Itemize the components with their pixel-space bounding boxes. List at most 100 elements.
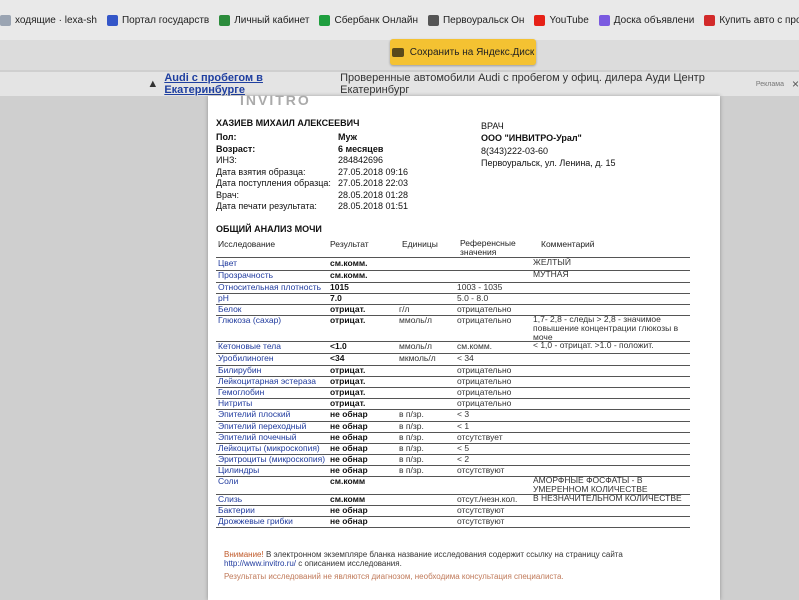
test-name[interactable]: Соли — [218, 476, 238, 486]
save-to-yandex-disk-button[interactable]: Сохранить на Яндекс.Диск — [390, 39, 536, 65]
result-value: не обнар — [330, 505, 368, 515]
test-name[interactable]: Бактерии — [218, 505, 255, 515]
test-name[interactable]: Глюкоза (сахар) — [218, 315, 281, 325]
reference: 1003 - 1035 — [457, 282, 503, 292]
comment: 1,7- 2,8 - следы > 2,8 - значимое повыше… — [533, 314, 679, 342]
unit: в п/зр. — [399, 454, 424, 464]
test-name[interactable]: Относительная плотность — [218, 282, 321, 292]
bookmark-item[interactable]: Доска объявлени — [598, 14, 694, 26]
e1-icon — [704, 14, 716, 26]
test-name[interactable]: Слизь — [218, 494, 242, 504]
report-logo-cut: INVITRO — [240, 92, 311, 108]
reference: отрицательно — [457, 315, 512, 325]
result-value: см.комм — [330, 494, 366, 504]
gear-icon — [427, 14, 439, 26]
patient-name: ХАЗИЕВ МИХАИЛ АЛЕКСЕЕВИЧ — [216, 118, 360, 128]
test-name[interactable]: Эпителий переходный — [218, 421, 306, 431]
test-name[interactable]: Уробилиноген — [218, 353, 274, 363]
reference: 5.0 - 8.0 — [457, 293, 489, 303]
table-row: Глюкоза (сахар) отрицат. ммоль/л отрицатель… — [216, 315, 690, 342]
test-name[interactable]: Эпителий плоский — [218, 409, 290, 419]
result-value: не обнар — [330, 516, 368, 526]
field-value: 27.05.2018 22:03 — [338, 178, 409, 188]
test-name[interactable]: Кетоновые тела — [218, 341, 281, 351]
test-name[interactable]: Дрожжевые грибки — [218, 516, 293, 526]
up-arrow-icon: ▲ — [147, 78, 159, 90]
result-value: отрицат. — [330, 398, 366, 408]
table-row: Дрожжевые грибки не обнар отсутствуют — [216, 516, 690, 528]
lab-phone: 8(343)222-03-60 — [481, 146, 549, 156]
bookmark-item[interactable]: YouTube — [534, 14, 589, 26]
field-label: Врач: — [216, 189, 240, 200]
bookmark-label: Первоуральск Он — [442, 14, 525, 26]
comment: В НЕЗНАЧИТЕЛЬНОМ КОЛИЧЕСТВЕ — [533, 493, 682, 503]
field-label: ИНЗ: — [216, 155, 237, 165]
test-name[interactable]: pH — [218, 293, 229, 303]
comment: < 1,0 - отрицат. >1.0 - положит. — [533, 340, 654, 350]
comment: МУТНАЯ — [533, 269, 569, 279]
close-icon[interactable]: × — [792, 77, 799, 91]
result-value: не обнар — [330, 454, 368, 464]
russia-flag-icon — [106, 14, 118, 26]
doctor-label: ВРАЧ — [481, 121, 504, 131]
bookmark-item[interactable]: Портал государств — [106, 14, 210, 26]
reference: отрицательно — [457, 376, 512, 386]
bookmark-label: YouTube — [549, 14, 589, 26]
test-name[interactable]: Цвет — [218, 258, 237, 268]
field-label: Дата взятия образца: — [216, 166, 306, 177]
test-name[interactable]: Лейкоцитарная эстераза — [218, 376, 316, 386]
test-name[interactable]: Прозрачность — [218, 270, 273, 280]
result-value: см.комм. — [330, 270, 368, 280]
result-value: не обнар — [330, 409, 368, 419]
reference: отсутствуют — [457, 465, 505, 475]
result-value: отрицат. — [330, 365, 366, 375]
result-value: <34 — [330, 353, 345, 363]
ad-label: Реклама — [755, 80, 784, 88]
disclaimer: Результаты исследований не являются диаг… — [224, 572, 564, 581]
comment: ЖЕЛТЫЙ — [533, 257, 571, 267]
test-name[interactable]: Эритроциты (микроскопия) — [218, 454, 325, 464]
phone-icon — [219, 14, 231, 26]
field-label: Дата печати результата: — [216, 201, 317, 211]
unit: в п/зр. — [399, 421, 424, 431]
bookmark-item[interactable]: Купить авто с про — [704, 14, 799, 26]
unit: в п/зр. — [399, 409, 424, 419]
unit: ммоль/л — [399, 341, 432, 351]
bookmark-label: Сбербанк Онлайн — [334, 14, 418, 26]
test-name[interactable]: Цилиндры — [218, 465, 259, 475]
invitro-link[interactable]: http://www.invitro.ru/ — [224, 559, 296, 568]
test-name[interactable]: Гемоглобин — [218, 387, 264, 397]
test-name[interactable]: Лейкоциты (микроскопия) — [218, 443, 320, 453]
result-value: <1.0 — [330, 341, 347, 351]
bookmark-item[interactable]: Сбербанк Онлайн — [319, 14, 418, 26]
youtube-icon — [534, 14, 546, 26]
warning-note: Внимание! В электронном экземпляре бланк… — [224, 550, 654, 568]
warning-text: В электронном экземпляре бланка название… — [265, 550, 623, 559]
reference: отсут./незн.кол. — [457, 494, 518, 504]
unit: в п/зр. — [399, 465, 424, 475]
result-value: не обнар — [330, 443, 368, 453]
bookmark-item[interactable]: Личный кабинет — [219, 14, 309, 26]
col-units: Единицы — [402, 239, 438, 249]
reference: < 1 — [457, 421, 470, 431]
table-header: Исследование Результат Единицы Референсн… — [216, 237, 690, 258]
unit: мкмоль/л — [399, 353, 436, 363]
reference: отрицательно — [457, 365, 512, 375]
warning-tail: с описанием исследования. — [298, 559, 402, 568]
ad-banner: ▲ Audi с пробегом в Екатеринбурге Провер… — [0, 72, 799, 96]
test-name[interactable]: Нитриты — [218, 398, 252, 408]
test-name[interactable]: Билирубин — [218, 365, 261, 375]
section-title: ОБЩИЙ АНАЛИЗ МОЧИ — [216, 224, 322, 234]
field-label: Возраст: — [216, 143, 256, 154]
bookmark-item[interactable]: Первоуральск Он — [427, 14, 525, 26]
bookmark-label: Портал государств — [121, 14, 210, 26]
reference: отрицательно — [457, 398, 512, 408]
sberbank-icon — [319, 14, 331, 26]
test-name[interactable]: Эпителий почечный — [218, 432, 297, 442]
result-value: см.комм. — [330, 258, 368, 268]
reference: см.комм. — [457, 341, 493, 351]
field-label: Дата поступления образца: — [216, 178, 331, 188]
lab-address: Первоуральск, ул. Ленина, д. 15 — [481, 158, 616, 168]
bookmark-item[interactable]: ходящие · lexa-sh — [0, 14, 97, 26]
test-name[interactable]: Белок — [218, 304, 242, 314]
